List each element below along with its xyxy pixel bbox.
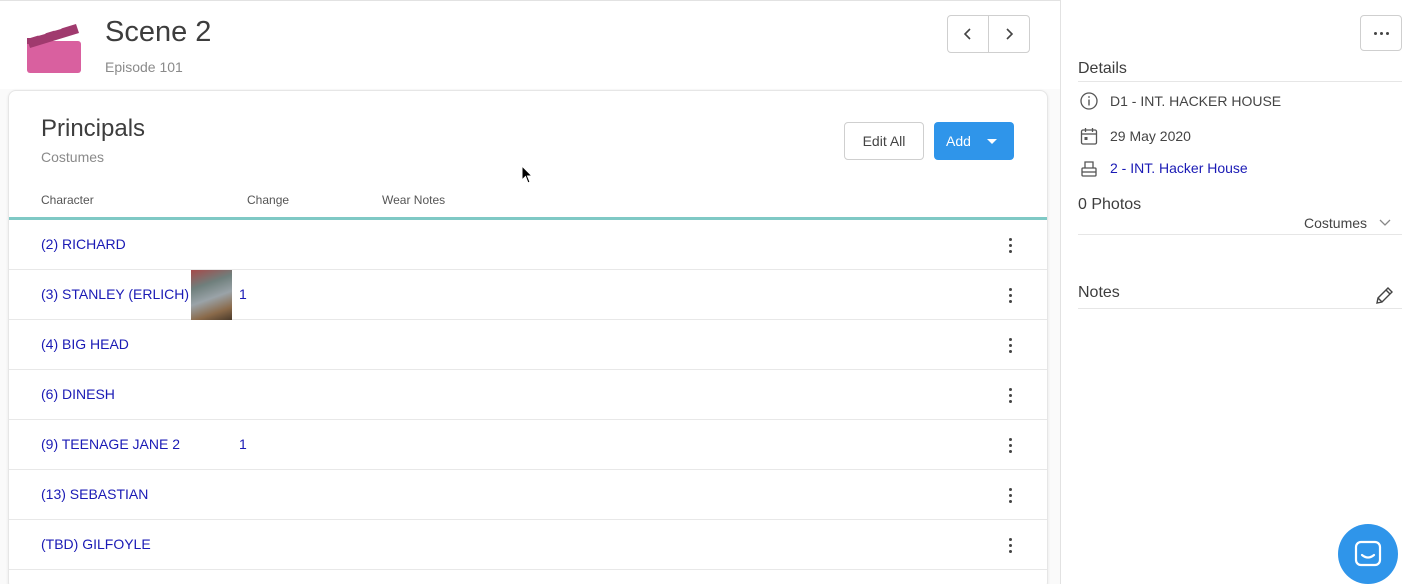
photos-filter-select[interactable]: Costumes bbox=[1304, 215, 1391, 231]
detail-location: 2 - INT. Hacker House bbox=[1078, 157, 1248, 179]
more-vertical-icon bbox=[1008, 543, 1012, 547]
more-vertical-icon bbox=[1008, 443, 1012, 447]
row-menu-button[interactable] bbox=[1005, 235, 1015, 255]
add-button-label: Add bbox=[946, 133, 971, 149]
more-vertical-icon bbox=[1008, 343, 1012, 347]
more-vertical-icon bbox=[1008, 399, 1012, 403]
character-name-link[interactable]: (13) SEBASTIAN bbox=[41, 486, 148, 502]
costume-photo-thumbnail[interactable] bbox=[191, 270, 232, 320]
change-number[interactable]: 1 bbox=[239, 286, 247, 302]
clapperboard-icon bbox=[27, 23, 81, 73]
row-menu-button[interactable] bbox=[1005, 335, 1015, 355]
row-menu-button[interactable] bbox=[1005, 485, 1015, 505]
more-vertical-icon bbox=[1008, 299, 1012, 303]
app: Scene 2 Episode 101 Principals Costumes … bbox=[0, 0, 1416, 584]
more-vertical-icon bbox=[1008, 243, 1012, 247]
more-vertical-icon bbox=[1008, 387, 1012, 391]
scene-nav bbox=[947, 15, 1030, 53]
table-row[interactable]: (2) RICHARD bbox=[9, 220, 1047, 270]
info-icon bbox=[1078, 90, 1100, 112]
more-vertical-icon bbox=[1008, 287, 1012, 291]
more-vertical-icon bbox=[1008, 549, 1012, 553]
chat-button[interactable] bbox=[1338, 524, 1398, 584]
location-link[interactable]: 2 - INT. Hacker House bbox=[1110, 160, 1248, 176]
more-vertical-icon bbox=[1008, 349, 1012, 353]
table-row[interactable]: (4) BIG HEAD bbox=[9, 320, 1047, 370]
more-horizontal-icon bbox=[1373, 31, 1377, 35]
next-scene-button[interactable] bbox=[988, 16, 1029, 52]
more-vertical-icon bbox=[1008, 437, 1012, 441]
detail-date: 29 May 2020 bbox=[1078, 125, 1191, 147]
more-vertical-icon bbox=[1008, 499, 1012, 503]
more-vertical-icon bbox=[1008, 487, 1012, 491]
add-button[interactable]: Add bbox=[934, 122, 1014, 160]
table-row[interactable]: (9) TEENAGE JANE 2 1 bbox=[9, 420, 1047, 470]
more-vertical-icon bbox=[1008, 393, 1012, 397]
table-row[interactable]: (TBD) GILFOYLE bbox=[9, 520, 1047, 570]
photos-title: 0 Photos bbox=[1078, 196, 1142, 213]
calendar-icon bbox=[1078, 125, 1100, 147]
row-menu-button[interactable] bbox=[1005, 285, 1015, 305]
table-row[interactable]: (13) SEBASTIAN bbox=[9, 470, 1047, 520]
more-options-button[interactable] bbox=[1360, 15, 1402, 51]
caret-down-icon bbox=[987, 139, 997, 144]
more-vertical-icon bbox=[1008, 337, 1012, 341]
detail-date-text: 29 May 2020 bbox=[1110, 128, 1191, 144]
character-name-link[interactable]: (4) BIG HEAD bbox=[41, 336, 129, 352]
scene-title: Scene 2 bbox=[105, 16, 212, 48]
episode-label: Episode 101 bbox=[105, 59, 183, 75]
row-menu-button[interactable] bbox=[1005, 535, 1015, 555]
character-name-link[interactable]: (2) RICHARD bbox=[41, 236, 126, 252]
column-header-change[interactable]: Change bbox=[247, 193, 289, 207]
card-subtitle: Costumes bbox=[41, 149, 105, 165]
table-row[interactable]: (3) STANLEY (ERLICH) 1 bbox=[9, 270, 1047, 320]
more-vertical-icon bbox=[1008, 293, 1012, 297]
notes-title: Notes bbox=[1078, 284, 1120, 301]
main-panel: Scene 2 Episode 101 Principals Costumes … bbox=[0, 0, 1060, 584]
character-name-link[interactable]: (6) DINESH bbox=[41, 386, 115, 402]
mouse-cursor-icon bbox=[521, 165, 533, 184]
more-vertical-icon bbox=[1008, 493, 1012, 497]
location-icon bbox=[1078, 157, 1100, 179]
pencil-icon[interactable] bbox=[1373, 285, 1395, 307]
details-title: Details bbox=[1078, 60, 1127, 77]
row-menu-button[interactable] bbox=[1005, 385, 1015, 405]
change-number[interactable]: 1 bbox=[239, 436, 247, 452]
more-vertical-icon bbox=[1008, 537, 1012, 541]
previous-scene-button[interactable] bbox=[948, 16, 988, 52]
chevron-left-icon bbox=[963, 28, 971, 40]
details-sidebar: Details D1 - INT. HACKER HOUSE 29 May 20… bbox=[1061, 0, 1416, 584]
chevron-down-icon bbox=[1379, 219, 1391, 226]
table-row[interactable]: (6) DINESH bbox=[9, 370, 1047, 420]
edit-all-button[interactable]: Edit All bbox=[844, 122, 924, 160]
more-vertical-icon bbox=[1008, 237, 1012, 241]
character-name-link[interactable]: (3) STANLEY (ERLICH) bbox=[41, 286, 189, 302]
photos-divider bbox=[1078, 234, 1402, 235]
more-vertical-icon bbox=[1008, 449, 1012, 453]
more-vertical-icon bbox=[1008, 249, 1012, 253]
card-title: Principals bbox=[41, 115, 146, 142]
photos-filter-value: Costumes bbox=[1304, 215, 1368, 231]
character-list: (2) RICHARD (3) STANLEY (ERLICH) 1 (4) BIG … bbox=[9, 220, 1047, 570]
chevron-right-icon bbox=[1006, 28, 1014, 40]
details-divider bbox=[1078, 81, 1402, 82]
character-name-link[interactable]: (9) TEENAGE JANE 2 bbox=[41, 436, 180, 452]
notes-divider bbox=[1078, 308, 1402, 309]
detail-set: D1 - INT. HACKER HOUSE bbox=[1078, 90, 1281, 112]
detail-set-text: D1 - INT. HACKER HOUSE bbox=[1110, 93, 1282, 109]
column-header-wear-notes[interactable]: Wear Notes bbox=[382, 193, 445, 207]
chat-icon bbox=[1354, 540, 1382, 567]
scene-header: Scene 2 Episode 101 bbox=[0, 1, 1060, 89]
row-menu-button[interactable] bbox=[1005, 435, 1015, 455]
character-name-link[interactable]: (TBD) GILFOYLE bbox=[41, 536, 151, 552]
column-header-character[interactable]: Character bbox=[41, 193, 94, 207]
